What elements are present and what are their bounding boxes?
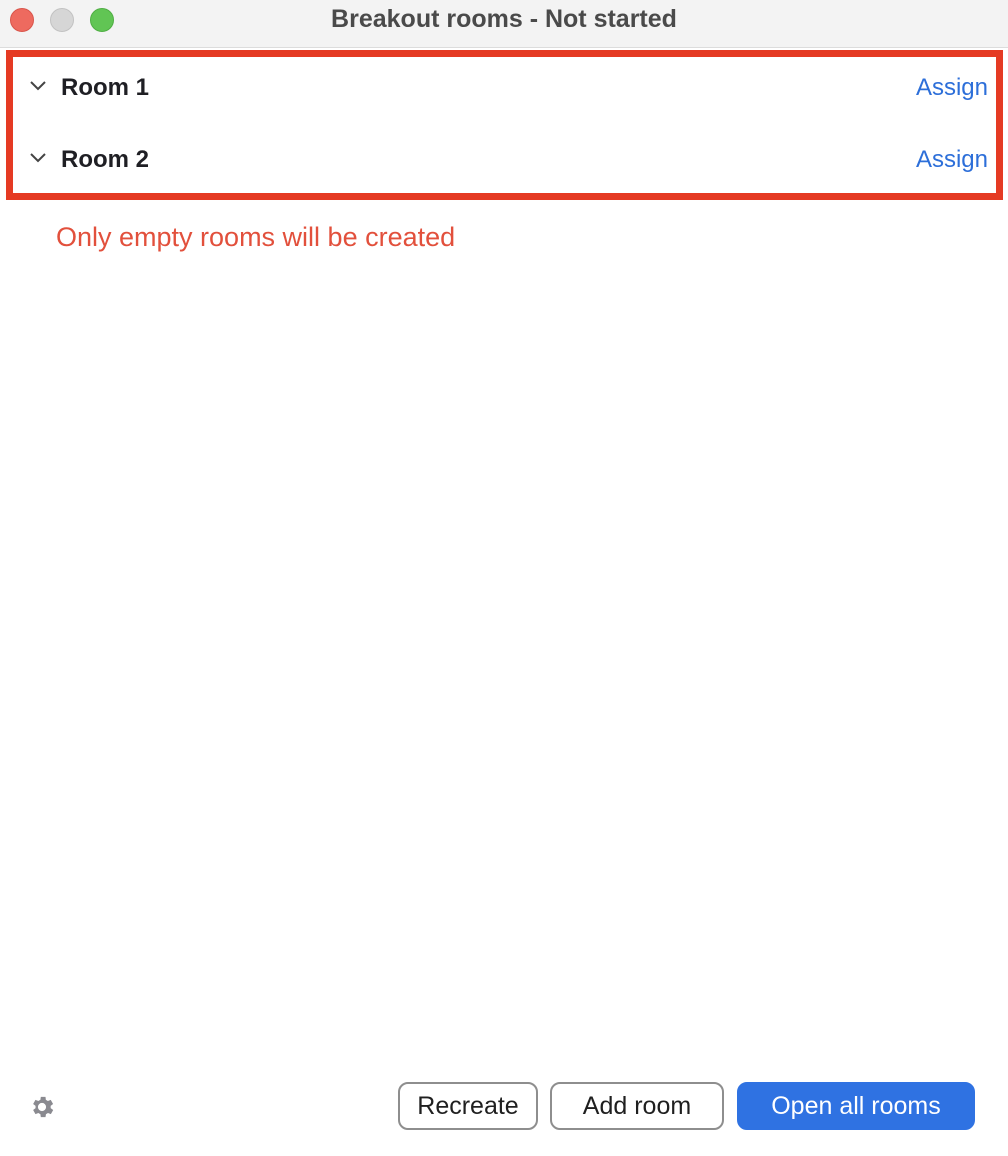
- title-bar: Breakout rooms - Not started: [0, 0, 1008, 48]
- room-row: Room 2 Assign: [13, 137, 996, 187]
- rooms-list: Room 1 Assign Room 2 Assign: [6, 50, 1003, 200]
- assign-link[interactable]: Assign: [916, 146, 988, 174]
- window-title: Breakout rooms - Not started: [331, 5, 677, 33]
- room-name: Room 1: [61, 74, 150, 101]
- empty-rooms-notice: Only empty rooms will be created: [56, 222, 456, 252]
- room-row: Room 1 Assign: [13, 65, 996, 115]
- recreate-button[interactable]: Recreate: [398, 1082, 538, 1130]
- room-name: Room 2: [61, 146, 150, 173]
- assign-link[interactable]: Assign: [916, 74, 988, 102]
- gear-icon[interactable]: [28, 1093, 56, 1121]
- chevron-down-icon[interactable]: [29, 79, 47, 93]
- chevron-down-icon[interactable]: [29, 151, 47, 165]
- open-all-rooms-button[interactable]: Open all rooms: [737, 1082, 975, 1130]
- add-room-button[interactable]: Add room: [550, 1082, 724, 1130]
